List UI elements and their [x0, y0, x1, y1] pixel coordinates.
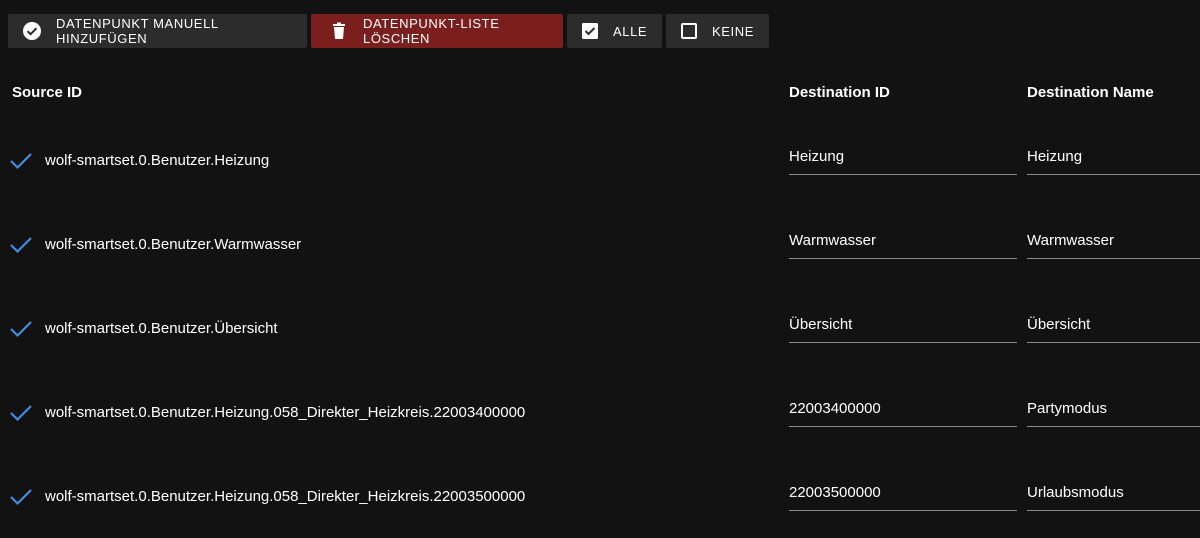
table-row: wolf-smartset.0.Benutzer.Heizung Heizung…	[0, 118, 1200, 202]
delete-list-label: DATENPUNKT-LISTE LÖSCHEN	[363, 16, 500, 46]
add-datapoint-button[interactable]: DATENPUNKT MANUELL HINZUFÜGEN	[8, 14, 307, 48]
trash-icon	[329, 21, 349, 41]
select-all-button[interactable]: ALLE	[567, 14, 662, 48]
table-row: wolf-smartset.0.Benutzer.Heizung.058_Dir…	[0, 370, 1200, 454]
table-row: wolf-smartset.0.Benutzer.Warmwasser Warm…	[0, 202, 1200, 286]
destination-id-input[interactable]: Übersicht	[789, 316, 1017, 343]
source-id: wolf-smartset.0.Benutzer.Heizung.058_Dir…	[45, 488, 526, 505]
checkmark-icon[interactable]	[9, 488, 33, 506]
delete-list-button[interactable]: DATENPUNKT-LISTE LÖSCHEN	[311, 14, 563, 48]
checkbox-empty-icon	[680, 21, 698, 41]
destination-name-header: Destination Name	[1027, 84, 1154, 101]
select-none-button[interactable]: KEINE	[666, 14, 769, 48]
destination-id-input[interactable]: 22003500000	[789, 484, 1017, 511]
destination-name-input[interactable]: Warmwasser	[1027, 232, 1200, 259]
checkmark-icon[interactable]	[9, 236, 33, 254]
table-row: wolf-smartset.0.Benutzer.Heizung.058_Dir…	[0, 454, 1200, 538]
destination-id-input[interactable]: Heizung	[789, 148, 1017, 175]
source-id-header: Source ID	[12, 84, 83, 101]
destination-name-input[interactable]: Urlaubsmodus	[1027, 484, 1200, 511]
select-none-label: KEINE	[712, 23, 755, 39]
checkbox-checked-icon	[581, 21, 599, 41]
destination-name-input[interactable]: Partymodus	[1027, 400, 1200, 427]
source-id: wolf-smartset.0.Benutzer.Warmwasser	[45, 236, 302, 253]
source-id: wolf-smartset.0.Benutzer.Heizung	[45, 152, 270, 169]
add-datapoint-label: DATENPUNKT MANUELL HINZUFÜGEN	[56, 16, 219, 46]
checkmark-icon[interactable]	[9, 404, 33, 422]
checkmark-icon[interactable]	[9, 320, 33, 338]
destination-id-input[interactable]: Warmwasser	[789, 232, 1017, 259]
destination-id-header: Destination ID	[789, 84, 890, 101]
toolbar: DATENPUNKT MANUELL HINZUFÜGEN DATENPUNKT…	[8, 14, 769, 48]
source-id: wolf-smartset.0.Benutzer.Übersicht	[45, 320, 278, 337]
table-row: wolf-smartset.0.Benutzer.Übersicht Übers…	[0, 286, 1200, 370]
destination-name-input[interactable]: Heizung	[1027, 148, 1200, 175]
destination-name-input[interactable]: Übersicht	[1027, 316, 1200, 343]
source-id: wolf-smartset.0.Benutzer.Heizung.058_Dir…	[45, 404, 526, 421]
checkmark-icon[interactable]	[9, 152, 33, 170]
check-circle-icon	[22, 21, 42, 41]
select-all-label: ALLE	[613, 23, 648, 39]
destination-id-input[interactable]: 22003400000	[789, 400, 1017, 427]
